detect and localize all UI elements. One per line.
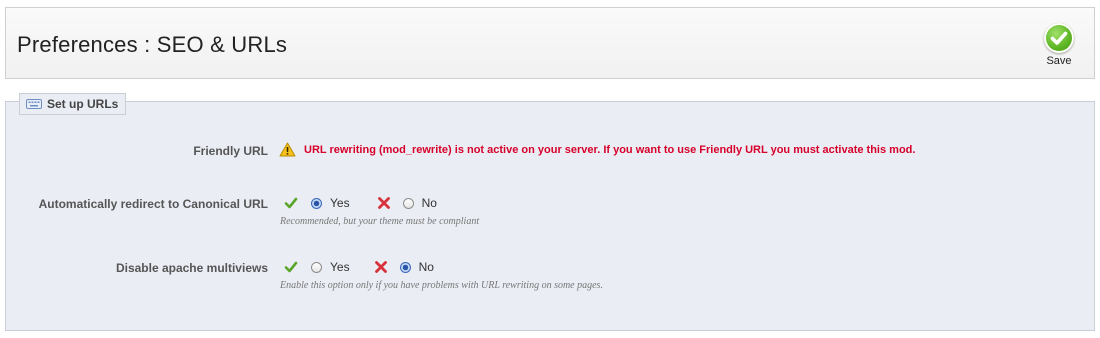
multiviews-label: Disable apache multiviews	[115, 261, 268, 275]
save-button[interactable]: Save	[1042, 23, 1076, 75]
canonical-redirect-no-radio[interactable]	[402, 197, 414, 209]
check-icon	[284, 196, 298, 210]
multiviews-yes-radio[interactable]	[311, 261, 322, 273]
multiviews-yes-label[interactable]: Yes	[330, 260, 350, 274]
canonical-redirect-no-label[interactable]: No	[422, 196, 437, 210]
legend-label: Set up URLs	[47, 97, 119, 111]
cross-icon	[377, 196, 391, 210]
canonical-redirect-label: Automatically redirect to Canonical URL	[38, 197, 268, 211]
fieldset-legend: Set up URLs	[19, 93, 127, 115]
keyboard-icon	[26, 98, 42, 110]
page-title: Preferences : SEO & URLs	[17, 32, 288, 57]
page-header: Preferences : SEO & URLs Save	[5, 7, 1095, 79]
check-icon	[284, 260, 298, 274]
multiviews-no-radio[interactable]	[399, 261, 411, 273]
canonical-redirect-options: Yes No	[284, 194, 437, 212]
multiviews-help: Enable this option only if you have prob…	[280, 280, 603, 291]
save-label: Save	[1046, 55, 1072, 67]
check-circle-icon	[1044, 23, 1074, 53]
canonical-redirect-yes-label[interactable]: Yes	[330, 196, 350, 210]
warning-triangle-icon	[279, 142, 296, 157]
canonical-redirect-help: Recommended, but your theme must be comp…	[280, 216, 480, 227]
setup-urls-fieldset: Set up URLs Friendly URL URL rewriting (…	[5, 93, 1095, 331]
friendly-url-label: Friendly URL	[193, 144, 268, 158]
canonical-redirect-yes-radio[interactable]	[311, 197, 322, 209]
mod-rewrite-warning: URL rewriting (mod_rewrite) is not activ…	[304, 144, 916, 156]
cross-icon	[374, 260, 388, 274]
multiviews-options: Yes No	[284, 258, 434, 276]
multiviews-no-label[interactable]: No	[419, 260, 434, 274]
